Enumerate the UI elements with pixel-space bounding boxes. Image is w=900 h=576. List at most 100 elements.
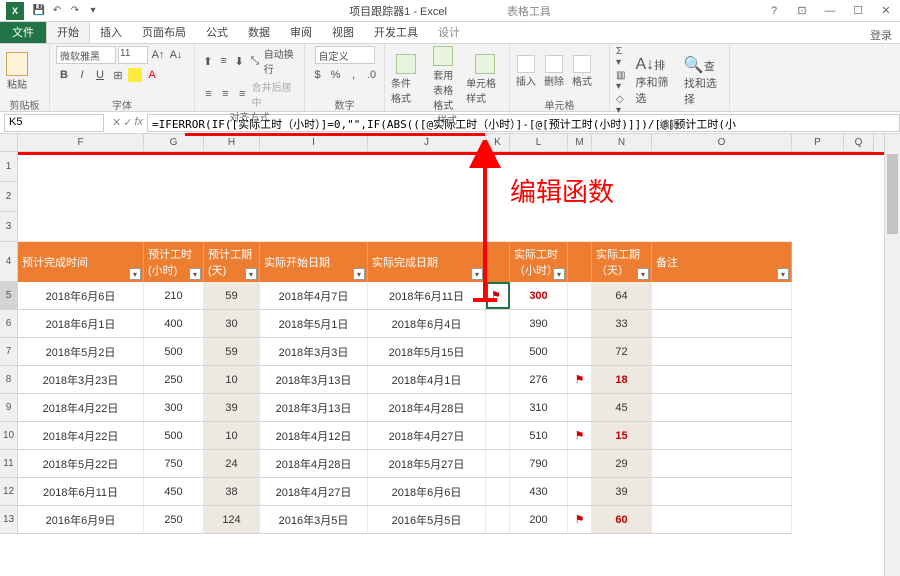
filter-dropdown-icon[interactable]: ▾ — [189, 268, 201, 280]
cell[interactable]: 200 — [510, 506, 568, 533]
cell[interactable]: 390 — [510, 310, 568, 337]
row-header-5[interactable]: 5 — [0, 282, 18, 310]
cell[interactable]: 430 — [510, 478, 568, 505]
table-header-J[interactable]: 实际完成日期▾ — [368, 242, 486, 282]
find-select-button[interactable]: 🔍查找和选择 — [684, 55, 723, 107]
row-header-10[interactable]: 10 — [0, 422, 18, 450]
align-middle-icon[interactable]: ≡ — [217, 53, 231, 69]
underline-button[interactable]: U — [92, 67, 108, 83]
cell[interactable] — [652, 478, 792, 505]
col-header-F[interactable]: F — [18, 134, 144, 152]
cell[interactable]: 72 — [592, 338, 652, 365]
fill-color-button[interactable] — [128, 68, 142, 82]
cell[interactable]: 59 — [204, 338, 260, 365]
filter-dropdown-icon[interactable]: ▾ — [637, 268, 649, 280]
filter-dropdown-icon[interactable]: ▾ — [353, 268, 365, 280]
cell[interactable]: 30 — [204, 310, 260, 337]
col-header-L[interactable]: L — [510, 134, 568, 152]
cell[interactable]: 59 — [204, 282, 260, 309]
cell[interactable]: 750 — [144, 450, 204, 477]
col-header-K[interactable]: K — [486, 134, 510, 152]
insert-cells-button[interactable]: 插入 — [516, 55, 536, 88]
cell[interactable]: 2018年3月13日 — [260, 366, 368, 393]
tab-data[interactable]: 数据 — [238, 21, 280, 43]
align-center-icon[interactable]: ≡ — [218, 86, 233, 102]
table-header-M[interactable] — [568, 242, 592, 282]
undo-icon[interactable]: ↶ — [50, 4, 64, 18]
cell[interactable]: ⚑ — [568, 422, 592, 449]
scrollbar-thumb[interactable] — [887, 154, 898, 234]
table-header-N[interactable]: 实际工期 （天）▾ — [592, 242, 652, 282]
increase-font-icon[interactable]: A↑ — [150, 47, 166, 63]
font-size-select[interactable]: 11 — [118, 46, 148, 64]
cancel-formula-icon[interactable]: ✕ — [112, 116, 121, 129]
name-box[interactable]: K5 — [4, 114, 104, 132]
qat-dropdown-icon[interactable]: ▾ — [86, 4, 100, 18]
cell[interactable] — [486, 478, 510, 505]
row-header-2[interactable]: 2 — [0, 182, 18, 212]
col-header-N[interactable]: N — [592, 134, 652, 152]
row-header-4[interactable]: 4 — [0, 242, 18, 282]
cell[interactable] — [486, 310, 510, 337]
align-left-icon[interactable]: ≡ — [201, 86, 216, 102]
cell[interactable]: 45 — [592, 394, 652, 421]
filter-dropdown-icon[interactable]: ▾ — [245, 268, 257, 280]
cell[interactable]: 2018年3月3日 — [260, 338, 368, 365]
row-header-1[interactable]: 1 — [0, 152, 18, 182]
col-header-M[interactable]: M — [568, 134, 592, 152]
filter-dropdown-icon[interactable]: ▾ — [129, 268, 141, 280]
cell[interactable]: 2018年5月22日 — [18, 450, 144, 477]
row-header-12[interactable]: 12 — [0, 478, 18, 506]
cell[interactable]: 2018年6月11日 — [18, 478, 144, 505]
ribbon-options-icon[interactable]: ⊡ — [788, 1, 816, 21]
cell[interactable]: 2018年4月7日 — [260, 282, 368, 309]
cell[interactable] — [486, 338, 510, 365]
cell[interactable] — [568, 394, 592, 421]
cell[interactable]: 300 — [510, 282, 568, 309]
cell[interactable]: 310 — [510, 394, 568, 421]
redo-icon[interactable]: ↷ — [68, 4, 82, 18]
tab-insert[interactable]: 插入 — [90, 21, 132, 43]
tab-formula[interactable]: 公式 — [196, 21, 238, 43]
cell[interactable]: 10 — [204, 366, 260, 393]
cell[interactable]: 250 — [144, 366, 204, 393]
row-header-9[interactable]: 9 — [0, 394, 18, 422]
cell[interactable]: 39 — [592, 478, 652, 505]
cell[interactable]: 2018年5月1日 — [260, 310, 368, 337]
decrease-font-icon[interactable]: A↓ — [168, 47, 184, 63]
filter-dropdown-icon[interactable]: ▾ — [553, 268, 565, 280]
cell[interactable]: 38 — [204, 478, 260, 505]
cell[interactable]: 10 — [204, 422, 260, 449]
cell[interactable]: 276 — [510, 366, 568, 393]
cell[interactable] — [568, 338, 592, 365]
cell[interactable]: 2018年4月27日 — [260, 478, 368, 505]
cell[interactable]: ⚑ — [568, 366, 592, 393]
cell[interactable]: 500 — [510, 338, 568, 365]
col-header-J[interactable]: J — [368, 134, 486, 152]
cell[interactable]: 18 — [592, 366, 652, 393]
select-all-corner[interactable] — [0, 134, 18, 152]
cell[interactable]: 2018年4月1日 — [368, 366, 486, 393]
cell[interactable] — [486, 394, 510, 421]
fill-icon[interactable]: ▥ ▾ — [616, 70, 625, 92]
cell[interactable] — [486, 422, 510, 449]
tab-file[interactable]: 文件 — [0, 21, 46, 43]
format-cells-button[interactable]: 格式 — [572, 55, 592, 88]
cell[interactable]: 124 — [204, 506, 260, 533]
cell[interactable]: 2018年6月6日 — [368, 478, 486, 505]
comma-icon[interactable]: , — [346, 67, 362, 83]
close-icon[interactable]: ✕ — [872, 1, 900, 21]
table-header-H[interactable]: 预计工期 (天)▾ — [204, 242, 260, 282]
cell[interactable]: 2018年4月12日 — [260, 422, 368, 449]
col-header-H[interactable]: H — [204, 134, 260, 152]
filter-dropdown-icon[interactable]: ▾ — [471, 268, 483, 280]
align-right-icon[interactable]: ≡ — [235, 86, 250, 102]
cell[interactable] — [568, 310, 592, 337]
bold-button[interactable]: B — [56, 67, 72, 83]
tab-layout[interactable]: 页面布局 — [132, 21, 196, 43]
cell[interactable]: 450 — [144, 478, 204, 505]
border-button[interactable]: ⊞ — [110, 67, 126, 83]
merge-button[interactable]: 合并后居中 — [252, 79, 298, 109]
tab-dev[interactable]: 开发工具 — [364, 21, 428, 43]
cell[interactable]: 400 — [144, 310, 204, 337]
